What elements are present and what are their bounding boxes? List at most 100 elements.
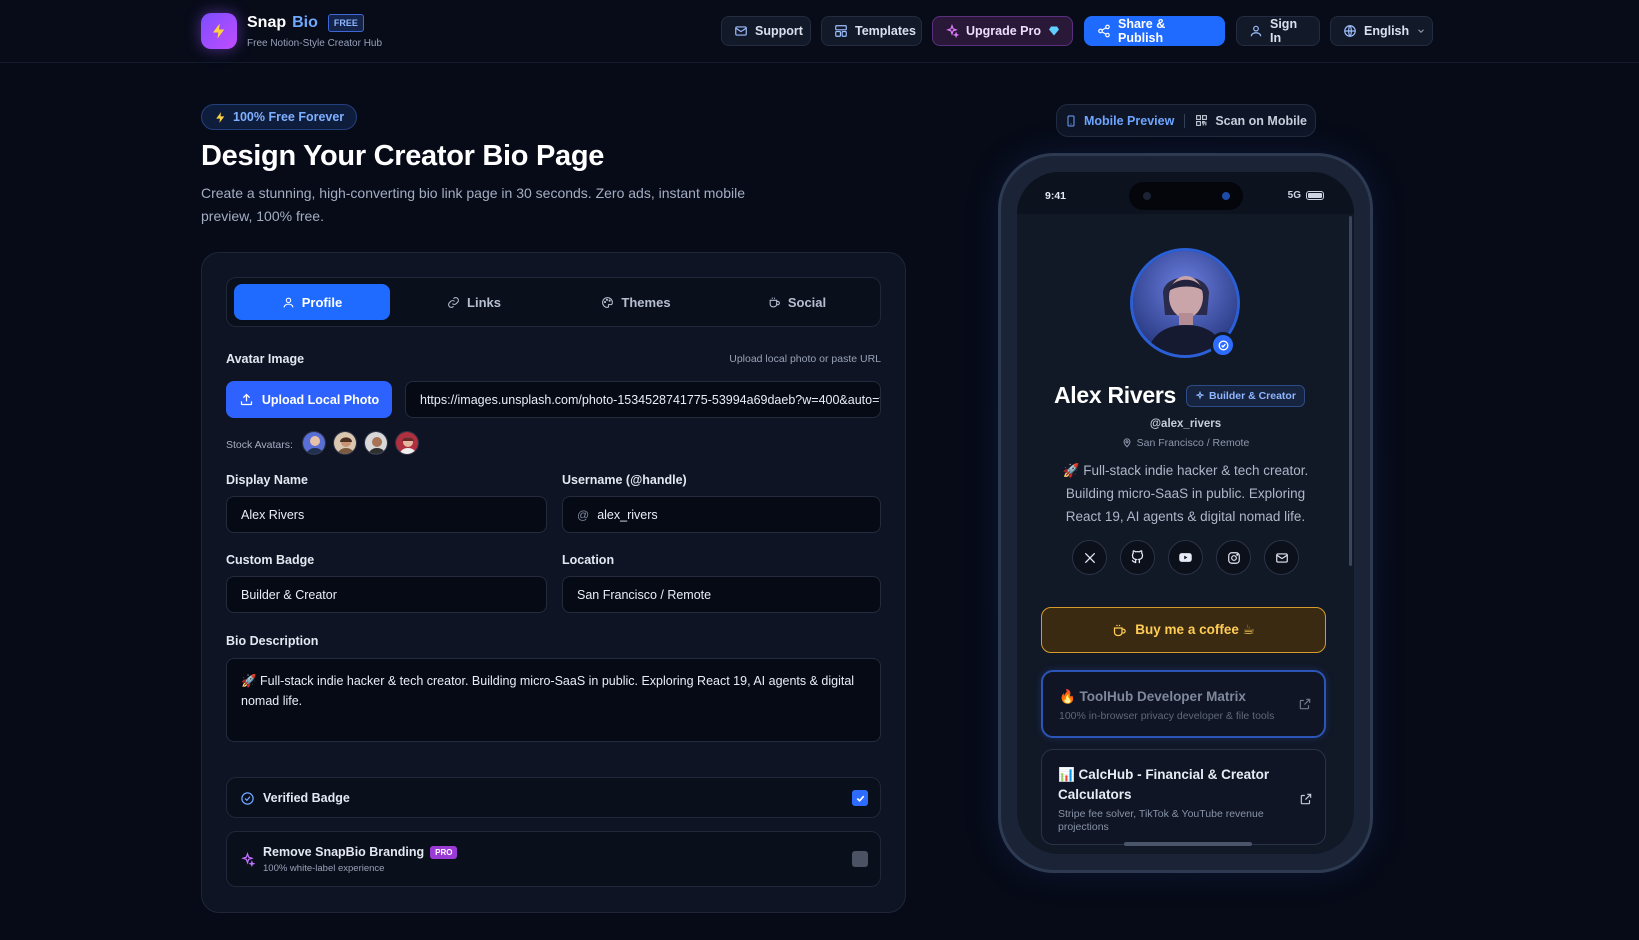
status-signal: 5G <box>1288 190 1324 201</box>
profile-badge-label: Builder & Creator <box>1209 390 1296 402</box>
verified-check-icon <box>241 792 254 805</box>
brand-name-part1: Snap <box>247 14 287 31</box>
github-icon[interactable] <box>1120 540 1155 575</box>
home-indicator <box>1124 842 1252 846</box>
cup-icon <box>769 297 780 307</box>
mail-icon <box>735 26 747 36</box>
username-value: alex_rivers <box>597 507 658 522</box>
upgrade-pro-button[interactable]: Upgrade Pro <box>932 16 1073 46</box>
remove-branding-checkbox[interactable] <box>852 851 868 867</box>
remove-branding-label: Remove SnapBio Branding <box>263 845 425 859</box>
username-label: Username (@handle) <box>562 473 687 487</box>
remove-branding-sub: 100% white-label experience <box>263 863 385 874</box>
display-name-label: Display Name <box>226 473 308 487</box>
pro-chip: PRO <box>430 845 458 859</box>
stock-avatar-3[interactable] <box>364 431 388 455</box>
share-publish-button[interactable]: Share & Publish <box>1084 16 1225 46</box>
avatar-url-value: https://images.unsplash.com/photo-153452… <box>420 392 881 407</box>
tab-profile[interactable]: Profile <box>234 284 390 320</box>
sparkles-icon <box>241 852 255 867</box>
custom-badge-label: Custom Badge <box>226 553 315 567</box>
editor-tabbar: Profile Links Themes Social <box>226 277 881 327</box>
check-icon <box>856 795 864 802</box>
mail-icon[interactable] <box>1264 540 1299 575</box>
brand-name-part2: Bio <box>292 14 318 31</box>
tab-social[interactable]: Social <box>719 284 875 320</box>
stock-avatar-2[interactable] <box>333 431 357 455</box>
phone-screen: 9:41 5G Alex Rivers Builder & Creator @a… <box>1017 172 1354 854</box>
brand-tagline: Free Notion-Style Creator Hub <box>247 38 383 49</box>
coffee-cup-icon <box>1114 624 1127 636</box>
custom-badge-input[interactable]: Builder & Creator <box>226 576 547 613</box>
support-button[interactable]: Support <box>721 16 811 46</box>
link-card-calchub[interactable]: 📊 CalcHub - Financial & Creator Calculat… <box>1041 749 1326 845</box>
map-pin-icon <box>1123 438 1131 448</box>
stock-avatar-1[interactable] <box>302 431 326 455</box>
upload-local-photo-button[interactable]: Upload Local Photo <box>226 381 392 418</box>
external-link-icon <box>1300 793 1312 805</box>
status-bar: 9:41 5G <box>1017 172 1354 214</box>
page-subtitle: Create a stunning, high-converting bio l… <box>201 185 745 224</box>
sign-in-label: Sign In <box>1270 17 1298 45</box>
buy-me-a-coffee-button[interactable]: Buy me a coffee ☕ <box>1041 607 1326 653</box>
profile-location-label: San Francisco / Remote <box>1136 437 1250 449</box>
stock-avatar-4[interactable] <box>395 431 419 455</box>
language-label: English <box>1364 24 1410 38</box>
free-forever-pill: 100% Free Forever <box>201 104 358 130</box>
display-name-value: Alex Rivers <box>241 507 305 522</box>
status-time: 9:41 <box>1045 190 1067 202</box>
layout-icon <box>835 25 847 37</box>
logo-bolt-icon[interactable] <box>201 13 237 49</box>
chevron-down-icon <box>1418 29 1425 33</box>
link-card-toolhub[interactable]: 🔥 ToolHub Developer Matrix 100% in-brows… <box>1041 670 1326 738</box>
username-input[interactable]: @ alex_rivers <box>562 496 881 533</box>
coffee-label: Buy me a coffee ☕ <box>1135 622 1255 637</box>
verified-badge-label: Verified Badge <box>263 791 350 805</box>
custom-badge-value: Builder & Creator <box>241 587 337 602</box>
link-card-subtitle: 100% in-browser privacy developer & file… <box>1059 710 1275 722</box>
social-links <box>1017 540 1354 575</box>
link-icon <box>448 296 459 308</box>
remove-branding-row[interactable]: Remove SnapBio Branding PRO 100% white-l… <box>226 831 881 887</box>
location-label: Location <box>562 553 615 567</box>
verified-badge-icon <box>1210 332 1236 358</box>
instagram-icon[interactable] <box>1216 540 1251 575</box>
tab-links-label: Links <box>467 294 501 310</box>
support-label: Support <box>755 24 803 38</box>
network-label: 5G <box>1287 190 1301 201</box>
sign-in-button[interactable]: Sign In <box>1236 16 1320 46</box>
remove-branding-title: Remove SnapBio Branding PRO <box>263 845 458 859</box>
profile-handle: @alex_rivers <box>1149 418 1222 430</box>
location-input[interactable]: San Francisco / Remote <box>562 576 881 613</box>
tab-profile-label: Profile <box>301 294 343 310</box>
user-icon <box>283 297 294 307</box>
upload-label: Upload Local Photo <box>261 392 380 407</box>
upgrade-label: Upgrade Pro <box>966 24 1042 38</box>
user-icon <box>1250 25 1262 37</box>
templates-label: Templates <box>855 24 916 38</box>
youtube-icon[interactable] <box>1168 540 1203 575</box>
palette-icon <box>602 296 614 308</box>
editor-card: Profile Links Themes Social Avatar Image… <box>201 252 906 913</box>
bio-description-label: Bio Description <box>226 634 319 648</box>
x-icon[interactable] <box>1072 540 1107 575</box>
share-icon <box>1098 24 1110 38</box>
templates-button[interactable]: Templates <box>821 16 922 46</box>
stock-avatars-label: Stock Avatars: <box>226 439 293 451</box>
bio-description-textarea[interactable]: 🚀 Full-stack indie hacker & tech creator… <box>226 658 881 742</box>
bio-description-value: 🚀 Full-stack indie hacker & tech creator… <box>241 674 855 708</box>
language-select[interactable]: English <box>1330 16 1433 46</box>
preview-scrollbar[interactable] <box>1349 216 1352 566</box>
verified-badge-row[interactable]: Verified Badge <box>226 777 881 818</box>
profile-bio: 🚀 Full-stack indie hacker & tech creator… <box>1062 463 1309 524</box>
verified-badge-checkbox[interactable] <box>852 790 868 806</box>
dynamic-island <box>1129 182 1243 210</box>
tab-links[interactable]: Links <box>396 284 552 320</box>
brand-name[interactable]: Snap Bio FREE <box>247 14 364 32</box>
free-chip: FREE <box>327 14 364 32</box>
share-label: Share & Publish <box>1118 17 1166 45</box>
page-title: Design Your Creator Bio Page <box>201 140 605 172</box>
tab-themes[interactable]: Themes <box>558 284 714 320</box>
avatar-url-input[interactable]: https://images.unsplash.com/photo-153452… <box>405 381 881 418</box>
display-name-input[interactable]: Alex Rivers <box>226 496 547 533</box>
